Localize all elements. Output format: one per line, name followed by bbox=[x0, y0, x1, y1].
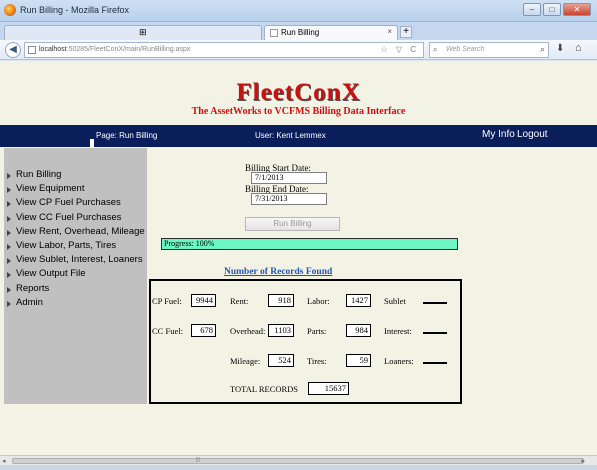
status-bar bbox=[0, 465, 597, 470]
interest-empty-value bbox=[423, 332, 447, 334]
rent-label: Rent: bbox=[230, 296, 249, 306]
title-bar: Run Billing - Mozilla Firefox – □ ✕ bbox=[0, 0, 597, 22]
tab-strip: ⊞ Run Billing × + bbox=[0, 22, 597, 40]
billing-end-input[interactable]: 7/31/2013 bbox=[251, 193, 327, 205]
sublet-empty-value bbox=[423, 302, 447, 304]
total-records-label: TOTAL RECORDS bbox=[230, 384, 299, 394]
maximize-button[interactable]: □ bbox=[543, 3, 561, 16]
labor-label: Labor: bbox=[307, 296, 330, 306]
search-go-icon[interactable]: ⌕ bbox=[540, 44, 545, 55]
sidebar-menu: Run Billing View Equipment View CP Fuel … bbox=[4, 168, 147, 310]
arrow-right-icon bbox=[7, 173, 11, 179]
header-marker bbox=[90, 139, 94, 147]
labor-count: 1427 bbox=[346, 294, 371, 307]
scroll-right-icon[interactable]: ▸ bbox=[581, 457, 585, 465]
sidebar-item-view-cc-fuel[interactable]: View CC Fuel Purchases bbox=[4, 211, 147, 225]
run-billing-button[interactable]: Run Billing bbox=[245, 217, 340, 231]
cp-fuel-label: CP Fuel: bbox=[152, 296, 182, 306]
arrow-right-icon bbox=[7, 201, 11, 208]
tab-run-billing[interactable]: Run Billing × bbox=[264, 25, 398, 40]
overhead-count: 1103 bbox=[268, 324, 294, 337]
parts-label: Parts: bbox=[307, 326, 327, 336]
back-button[interactable]: ◀ bbox=[5, 42, 21, 58]
page-content: FleetConX The AssetWorks to VCFMS Billin… bbox=[0, 61, 597, 456]
scroll-thumb[interactable] bbox=[12, 458, 584, 464]
home-icon[interactable]: ⌂ bbox=[575, 42, 582, 54]
progress-bar: Progress: 100% bbox=[161, 238, 458, 250]
search-engine-icon[interactable]: ⌕ bbox=[433, 45, 437, 55]
logout-link[interactable]: Logout bbox=[517, 129, 548, 140]
download-icon[interactable]: ⬇ bbox=[556, 43, 564, 54]
mileage-count: 524 bbox=[268, 354, 294, 367]
arrow-right-icon bbox=[7, 215, 11, 222]
records-panel: CP Fuel: 9944 Rent: 918 Labor: 1427 Subl… bbox=[149, 279, 462, 404]
app-tagline: The AssetWorks to VCFMS Billing Data Int… bbox=[191, 106, 406, 117]
sidebar-item-view-cp-fuel[interactable]: View CP Fuel Purchases bbox=[4, 196, 147, 210]
progress-text: Progress: 100% bbox=[164, 239, 215, 248]
overhead-label: Overhead: bbox=[230, 326, 266, 336]
tires-label: Tires: bbox=[307, 356, 327, 366]
sublet-label: Sublet bbox=[384, 296, 406, 306]
arrow-right-icon bbox=[7, 187, 11, 194]
arrow-right-icon bbox=[7, 258, 11, 265]
tires-count: 59 bbox=[346, 354, 371, 367]
bookmark-reload-icons[interactable]: ☆ ▽ C bbox=[380, 45, 419, 54]
sidebar-item-view-equipment[interactable]: View Equipment bbox=[4, 182, 147, 196]
close-window-button[interactable]: ✕ bbox=[563, 3, 591, 16]
loaners-label: Loaners: bbox=[384, 356, 414, 366]
sidebar-item-view-sublet[interactable]: View Sublet, Interest, Loaners bbox=[4, 253, 147, 267]
sidebar-item-run-billing[interactable]: Run Billing bbox=[4, 168, 147, 182]
scroll-left-icon[interactable]: ◂ bbox=[2, 457, 6, 465]
tab-label: Run Billing bbox=[281, 28, 320, 37]
sidebar-item-reports[interactable]: Reports bbox=[4, 282, 147, 296]
records-found-link[interactable]: Number of Records Found bbox=[224, 267, 332, 277]
page-favicon-icon bbox=[270, 29, 278, 37]
arrow-right-icon bbox=[7, 286, 11, 293]
search-input[interactable]: ⌕ Web Search ⌕ bbox=[429, 42, 549, 58]
sidebar-item-view-rent[interactable]: View Rent, Overhead, Mileage bbox=[4, 225, 147, 239]
cc-fuel-count: 678 bbox=[191, 324, 216, 337]
total-records-count: 15637 bbox=[308, 382, 349, 395]
tab-first[interactable]: ⊞ bbox=[4, 25, 262, 40]
horizontal-scrollbar[interactable]: ◂ ||| ▸ bbox=[0, 455, 597, 465]
sidebar-item-admin[interactable]: Admin bbox=[4, 296, 147, 310]
arrow-right-icon bbox=[7, 300, 11, 307]
minimize-button[interactable]: – bbox=[523, 3, 541, 16]
sidebar-item-view-labor[interactable]: View Labor, Parts, Tires bbox=[4, 239, 147, 253]
scroll-grip-icon: ||| bbox=[196, 457, 200, 463]
cc-fuel-label: CC Fuel: bbox=[152, 326, 183, 336]
loaners-empty-value bbox=[423, 362, 447, 364]
sidebar: Run Billing View Equipment View CP Fuel … bbox=[4, 148, 147, 404]
cp-fuel-count: 9944 bbox=[191, 294, 216, 307]
arrow-right-icon bbox=[7, 229, 11, 236]
parts-count: 984 bbox=[346, 324, 371, 337]
app-tab-icon: ⊞ bbox=[139, 27, 147, 37]
firefox-icon bbox=[4, 4, 16, 16]
app-logo: FleetConX bbox=[236, 79, 361, 106]
interest-label: Interest: bbox=[384, 326, 412, 336]
new-tab-button[interactable]: + bbox=[400, 26, 412, 38]
site-identity-icon bbox=[28, 46, 36, 54]
my-info-link[interactable]: My Info bbox=[482, 129, 515, 140]
sidebar-item-view-output-file[interactable]: View Output File bbox=[4, 267, 147, 281]
user-label: User: Kent Lemmex bbox=[255, 131, 326, 140]
arrow-right-icon bbox=[7, 243, 11, 250]
arrow-right-icon bbox=[7, 272, 11, 279]
billing-start-input[interactable]: 7/1/2013 bbox=[251, 172, 327, 184]
mileage-label: Mileage: bbox=[230, 356, 261, 366]
header-bar: Page: Run Billing User: Kent Lemmex My I… bbox=[0, 125, 597, 147]
current-page-label: Page: Run Billing bbox=[96, 131, 158, 140]
navigation-bar: ◀ localhost:50285/FleetConX/main/RunBill… bbox=[0, 40, 597, 60]
address-bar[interactable]: localhost:50285/FleetConX/main/RunBillin… bbox=[24, 42, 424, 58]
window-title: Run Billing - Mozilla Firefox bbox=[20, 5, 130, 15]
tab-close-icon[interactable]: × bbox=[387, 27, 392, 36]
search-placeholder: Web Search bbox=[446, 46, 485, 53]
url-text: localhost:50285/FleetConX/main/RunBillin… bbox=[39, 46, 191, 53]
rent-count: 918 bbox=[268, 294, 294, 307]
